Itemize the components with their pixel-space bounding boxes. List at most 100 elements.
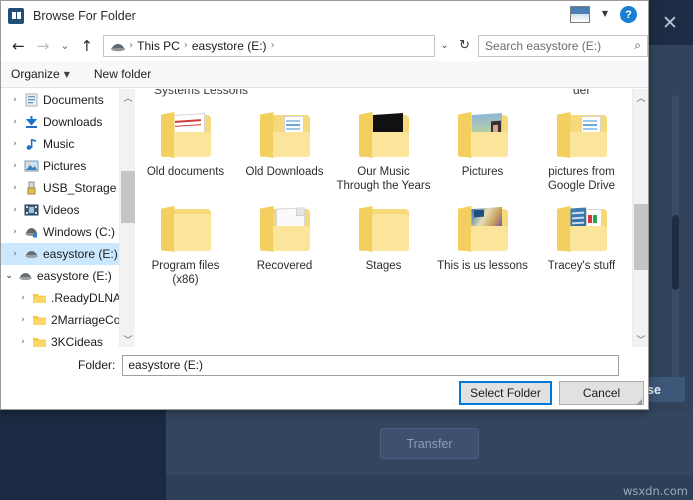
address-dropdown-chevron-down-icon[interactable]: ⌄ <box>435 35 454 57</box>
file-item[interactable]: Program files (x86) <box>136 193 235 287</box>
tree-item-label: Downloads <box>43 115 103 129</box>
tree-scrollbar-thumb[interactable] <box>121 171 135 223</box>
cancel-button[interactable]: Cancel <box>559 381 644 405</box>
file-grid: Old documents Old Downloads Our Music Th… <box>136 99 632 287</box>
file-list-pane[interactable]: Systems Lessons der Old documents Old Do… <box>136 89 632 347</box>
dialog-command-bar: Organize ▼ New folder <box>1 61 648 88</box>
back-arrow-icon[interactable]: ← <box>6 33 31 59</box>
chevron-down-icon[interactable]: ⌄ <box>1 271 17 281</box>
tree-scroll-up-icon[interactable]: ︿ <box>120 89 136 105</box>
tree-scroll-down-icon[interactable]: ﹀ <box>120 331 136 347</box>
tree-item-label: Documents <box>43 93 104 107</box>
resize-grip-icon[interactable]: ◢ <box>636 398 646 408</box>
file-item-label: Pictures <box>461 166 504 178</box>
chevron-right-icon[interactable]: › <box>7 95 23 105</box>
chevron-right-icon[interactable]: › <box>7 205 23 215</box>
breadcrumb-this-pc[interactable]: This PC <box>134 39 183 53</box>
transfer-button[interactable]: Transfer <box>380 428 479 459</box>
tree-item-3kcideas[interactable]: › 3KCideas <box>1 331 119 347</box>
chevron-right-icon[interactable]: › <box>7 249 23 259</box>
new-folder-button[interactable]: New folder <box>94 67 151 81</box>
downloads-icon <box>23 115 40 130</box>
breadcrumb-easystore[interactable]: easystore (E:) <box>189 39 270 53</box>
files-scroll-down-icon[interactable]: ﹀ <box>633 331 648 347</box>
chevron-right-icon[interactable]: › <box>7 183 23 193</box>
folder-input[interactable]: easystore (E:) <box>122 354 620 376</box>
tree-item-pictures[interactable]: › Pictures <box>1 155 119 177</box>
file-item[interactable]: Recovered <box>235 193 334 287</box>
chevron-down-icon: ▼ <box>63 69 70 79</box>
tree-item-usb-storage-rea[interactable]: › USB_Storage Rea <box>1 177 119 199</box>
folder-with-red-book-icon <box>155 107 217 161</box>
file-item[interactable]: Old Downloads <box>235 99 334 193</box>
pictures-icon <box>23 159 40 174</box>
select-folder-button[interactable]: Select Folder <box>459 381 552 405</box>
tree-item-label: .ReadyDLNA <box>51 291 119 305</box>
file-item[interactable]: This is us lessons <box>433 193 532 287</box>
search-input[interactable]: Search easystore (E:) <box>485 39 601 53</box>
file-list-scrollbar[interactable]: ︿ ﹀ <box>632 89 648 347</box>
tree-item-easystore-e[interactable]: ⌄ easystore (E:) <box>1 265 119 287</box>
file-item-label: Program files (x86) <box>151 260 220 286</box>
tree-item-downloads[interactable]: › Downloads <box>1 111 119 133</box>
chevron-right-icon[interactable]: › <box>7 117 23 127</box>
chevron-right-icon[interactable]: › <box>15 337 31 347</box>
dialog-titlebar[interactable]: Browse For Folder <box>1 1 648 30</box>
file-item[interactable]: Old documents <box>136 99 235 193</box>
folder-icon <box>155 201 217 255</box>
tree-item-label: easystore (E:) <box>37 269 112 283</box>
breadcrumb-separator-3: › <box>270 40 275 51</box>
file-item-label: Our Music Through the Years <box>336 166 431 192</box>
organize-button[interactable]: Organize ▼ <box>11 67 70 81</box>
change-view-icon[interactable] <box>570 6 590 23</box>
file-item[interactable]: Our Music Through the Years <box>334 99 433 193</box>
dialog-app-icon <box>8 7 24 24</box>
address-bar-breadcrumb[interactable]: › This PC › easystore (E:) › <box>103 34 436 57</box>
view-chevron-down-icon[interactable]: ▼ <box>602 9 608 18</box>
help-icon[interactable]: ? <box>620 6 637 23</box>
background-app-scrollbar-thumb[interactable] <box>672 215 679 290</box>
search-box[interactable]: Search easystore (E:) ⌕ <box>478 34 648 57</box>
tree-item-2marriageconfe[interactable]: › 2MarriageConfe <box>1 309 119 331</box>
tree-item-label: Music <box>43 137 75 151</box>
browse-for-folder-dialog: Browse For Folder ✕ ← → ⌄ ↑ › This PC › … <box>0 0 649 410</box>
tree-item-videos[interactable]: › Videos <box>1 199 119 221</box>
file-item[interactable]: Pictures <box>433 99 532 193</box>
file-item-label: This is us lessons <box>437 260 528 272</box>
documents-icon <box>23 93 40 108</box>
up-arrow-icon[interactable]: ↑ <box>74 33 99 59</box>
tree-scrollbar[interactable]: ︿ ﹀ <box>119 89 135 347</box>
files-scrollbar-thumb[interactable] <box>634 204 648 270</box>
tree-item-music[interactable]: › Music <box>1 133 119 155</box>
refresh-icon[interactable]: ↻ <box>454 35 475 57</box>
search-icon: ⌕ <box>634 38 641 52</box>
folder-with-photo-icon <box>452 107 514 161</box>
chevron-right-icon[interactable]: › <box>15 293 31 303</box>
file-item-label: Stages <box>365 260 402 272</box>
chevron-right-icon[interactable]: › <box>7 161 23 171</box>
dialog-title: Browse For Folder <box>33 8 136 23</box>
file-item[interactable]: Stages <box>334 193 433 287</box>
tree-item-readydlna[interactable]: › .ReadyDLNA <box>1 287 119 309</box>
chevron-right-icon[interactable]: › <box>7 139 23 149</box>
file-item[interactable]: Tracey's stuff <box>532 193 631 287</box>
recent-locations-chevron-down-icon[interactable]: ⌄ <box>55 33 74 59</box>
files-scroll-up-icon[interactable]: ︿ <box>633 89 648 105</box>
file-item[interactable]: pictures from Google Drive <box>532 99 631 193</box>
folder-with-white-doc-icon <box>254 201 316 255</box>
tree-item-label: Videos <box>43 203 80 217</box>
folder-label: Folder: <box>78 358 116 372</box>
forward-arrow-icon[interactable]: → <box>31 33 56 59</box>
folder-icon <box>31 291 48 306</box>
hard-drive-icon <box>23 225 40 240</box>
chevron-right-icon[interactable]: › <box>7 227 23 237</box>
tree-item-easystore-e[interactable]: › easystore (E:) <box>1 243 119 265</box>
drive-icon <box>110 40 126 52</box>
background-app-close-icon[interactable]: ✕ <box>647 0 693 45</box>
tree-item-windows-c[interactable]: › Windows (C:) <box>1 221 119 243</box>
music-icon <box>23 137 40 152</box>
tree-item-documents[interactable]: › Documents <box>1 89 119 111</box>
folder-field-row: Folder: easystore (E:) <box>1 351 648 379</box>
chevron-right-icon[interactable]: › <box>15 315 31 325</box>
navigation-tree-pane[interactable]: › Documents › Downloads › Music › Pictures ›… <box>1 89 119 347</box>
